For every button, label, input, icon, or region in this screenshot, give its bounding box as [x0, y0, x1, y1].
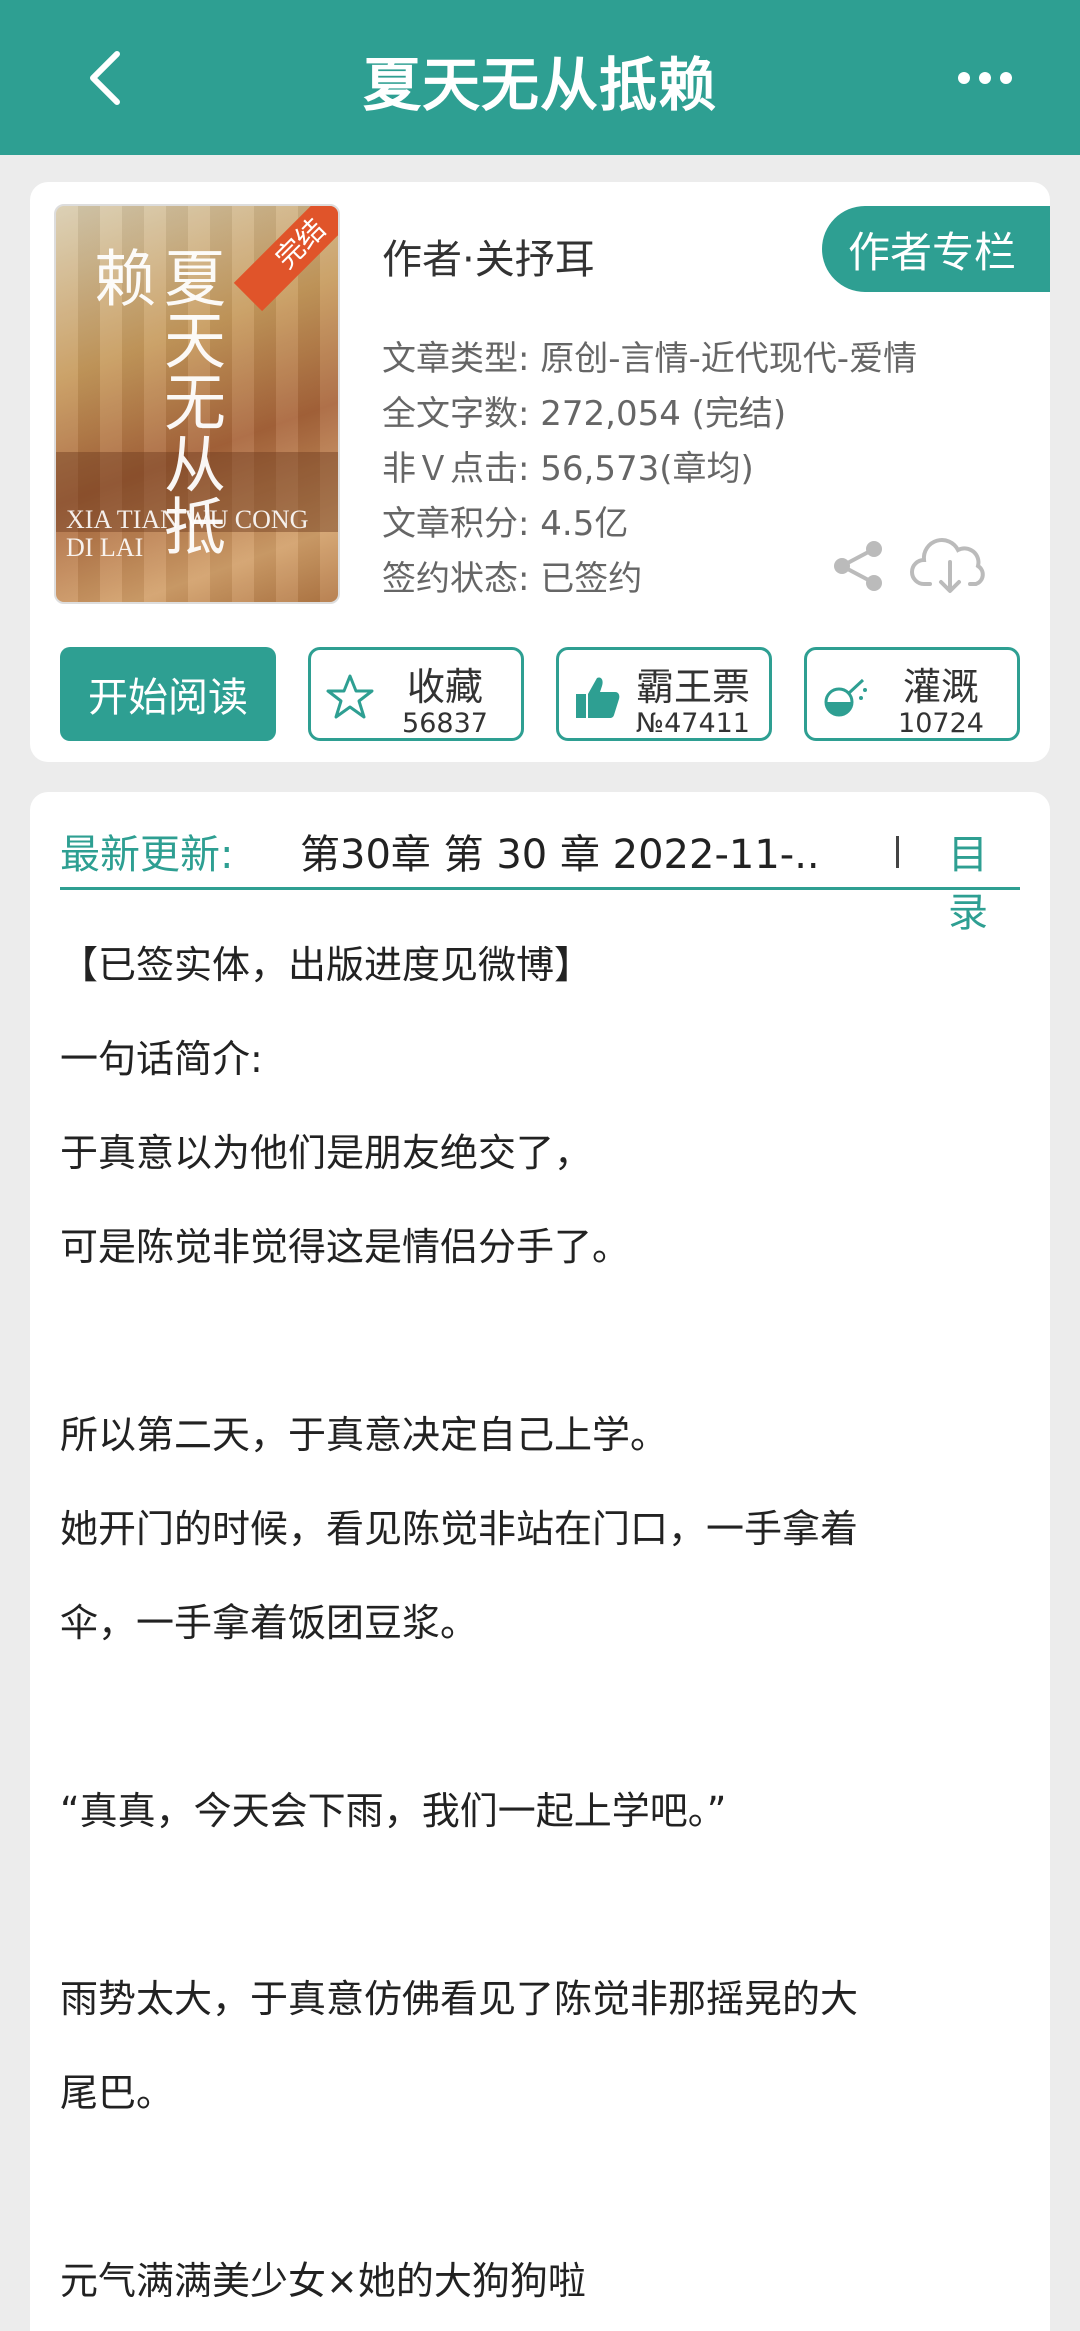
latest-update-label: 最新更新:: [60, 832, 234, 878]
intro-line: 所以第二天，于真意决定自己上学。: [60, 1413, 669, 1457]
irrigate-label: 灌溉: [902, 665, 979, 709]
intro-line: 可是陈觉非觉得这是情侣分手了。: [60, 1225, 631, 1269]
divider: [896, 836, 899, 868]
cloud-download-icon[interactable]: [910, 532, 990, 598]
irrigate-count: 10724: [898, 708, 984, 739]
author-name[interactable]: 作者·关抒耳: [382, 227, 595, 285]
cover-pinyin: XIA TIAN WU CONG DI LAI: [66, 505, 309, 562]
book-cover[interactable]: 夏天无从抵赖 XIA TIAN WU CONG DI LAI 完结: [54, 204, 340, 604]
action-buttons: 开始阅读 收藏 56837 霸王票 №47411 灌溉 10724: [60, 647, 1050, 743]
intro-line: 伞，一手拿着饭团豆浆。: [60, 1601, 479, 1645]
book-info-card: 夏天无从抵赖 XIA TIAN WU CONG DI LAI 完结 作者·关抒耳…: [30, 182, 1050, 762]
table-of-contents-button[interactable]: 目录: [948, 822, 1020, 938]
watering-can-icon: [824, 678, 867, 717]
page-title: 夏天无从抵赖: [362, 51, 717, 119]
intro-line: 雨势太大，于真意仿佛看见了陈觉非那摇晃的大: [60, 1977, 859, 2021]
book-content-card: 最新更新: 第30章 第 30 章 2022-11-.. 目录 【已签实体，出版…: [30, 792, 1050, 2331]
author-column-button[interactable]: 作者专栏: [822, 206, 1050, 292]
thumbs-up-icon: [576, 677, 620, 718]
favorite-button[interactable]: 收藏 56837: [308, 647, 524, 741]
favorite-label: 收藏: [406, 665, 483, 709]
more-button[interactable]: [940, 52, 1030, 104]
bawang-ticket-label: 霸王票: [635, 665, 750, 709]
intro-line: [60, 1694, 1020, 1741]
favorite-count: 56837: [402, 708, 488, 739]
latest-chapter-link[interactable]: 第30章 第 30 章 2022-11-..: [300, 822, 820, 880]
more-dots-icon: [958, 72, 970, 84]
intro-line: 元气满满美少女×她的大狗狗啦: [60, 2259, 586, 2303]
intro-line: “真真，今天会下雨，我们一起上学吧。”: [60, 1789, 727, 1833]
meta-genre: 文章类型: 原创-言情-近代现代-爱情: [382, 339, 918, 379]
share-icon[interactable]: [830, 537, 888, 595]
intro-line: [60, 1882, 1020, 1929]
intro-line: [60, 2164, 1020, 2211]
latest-update-bar: 最新更新: 第30章 第 30 章 2022-11-.. 目录: [60, 814, 1020, 936]
intro-line: 【已签实体，出版进度见微博】: [60, 943, 593, 987]
intro-line: 尾巴。: [60, 2071, 175, 2115]
bawang-ticket-count: №47411: [636, 708, 750, 739]
intro-line: 于真意以为他们是朋友绝交了，: [60, 1131, 593, 1175]
book-introduction: 【已签实体，出版进度见微博】 一句话简介: 于真意以为他们是朋友绝交了， 可是陈…: [60, 942, 1020, 2305]
meta-word-count: 全文字数: 272,054 (完结): [382, 394, 787, 434]
irrigate-button[interactable]: 灌溉 10724: [804, 647, 1020, 741]
top-app-bar: 夏天无从抵赖: [0, 0, 1080, 155]
bawang-ticket-button[interactable]: 霸王票 №47411: [556, 647, 772, 741]
star-icon: [326, 674, 374, 719]
meta-clicks: 非Ｖ点击: 56,573(章均): [382, 449, 754, 489]
start-reading-button[interactable]: 开始阅读: [60, 647, 276, 741]
intro-line: 她开门的时候，看见陈觉非站在门口，一手拿着: [60, 1507, 859, 1551]
intro-line: [60, 1318, 1020, 1365]
intro-line: 一句话简介:: [60, 1037, 263, 1081]
